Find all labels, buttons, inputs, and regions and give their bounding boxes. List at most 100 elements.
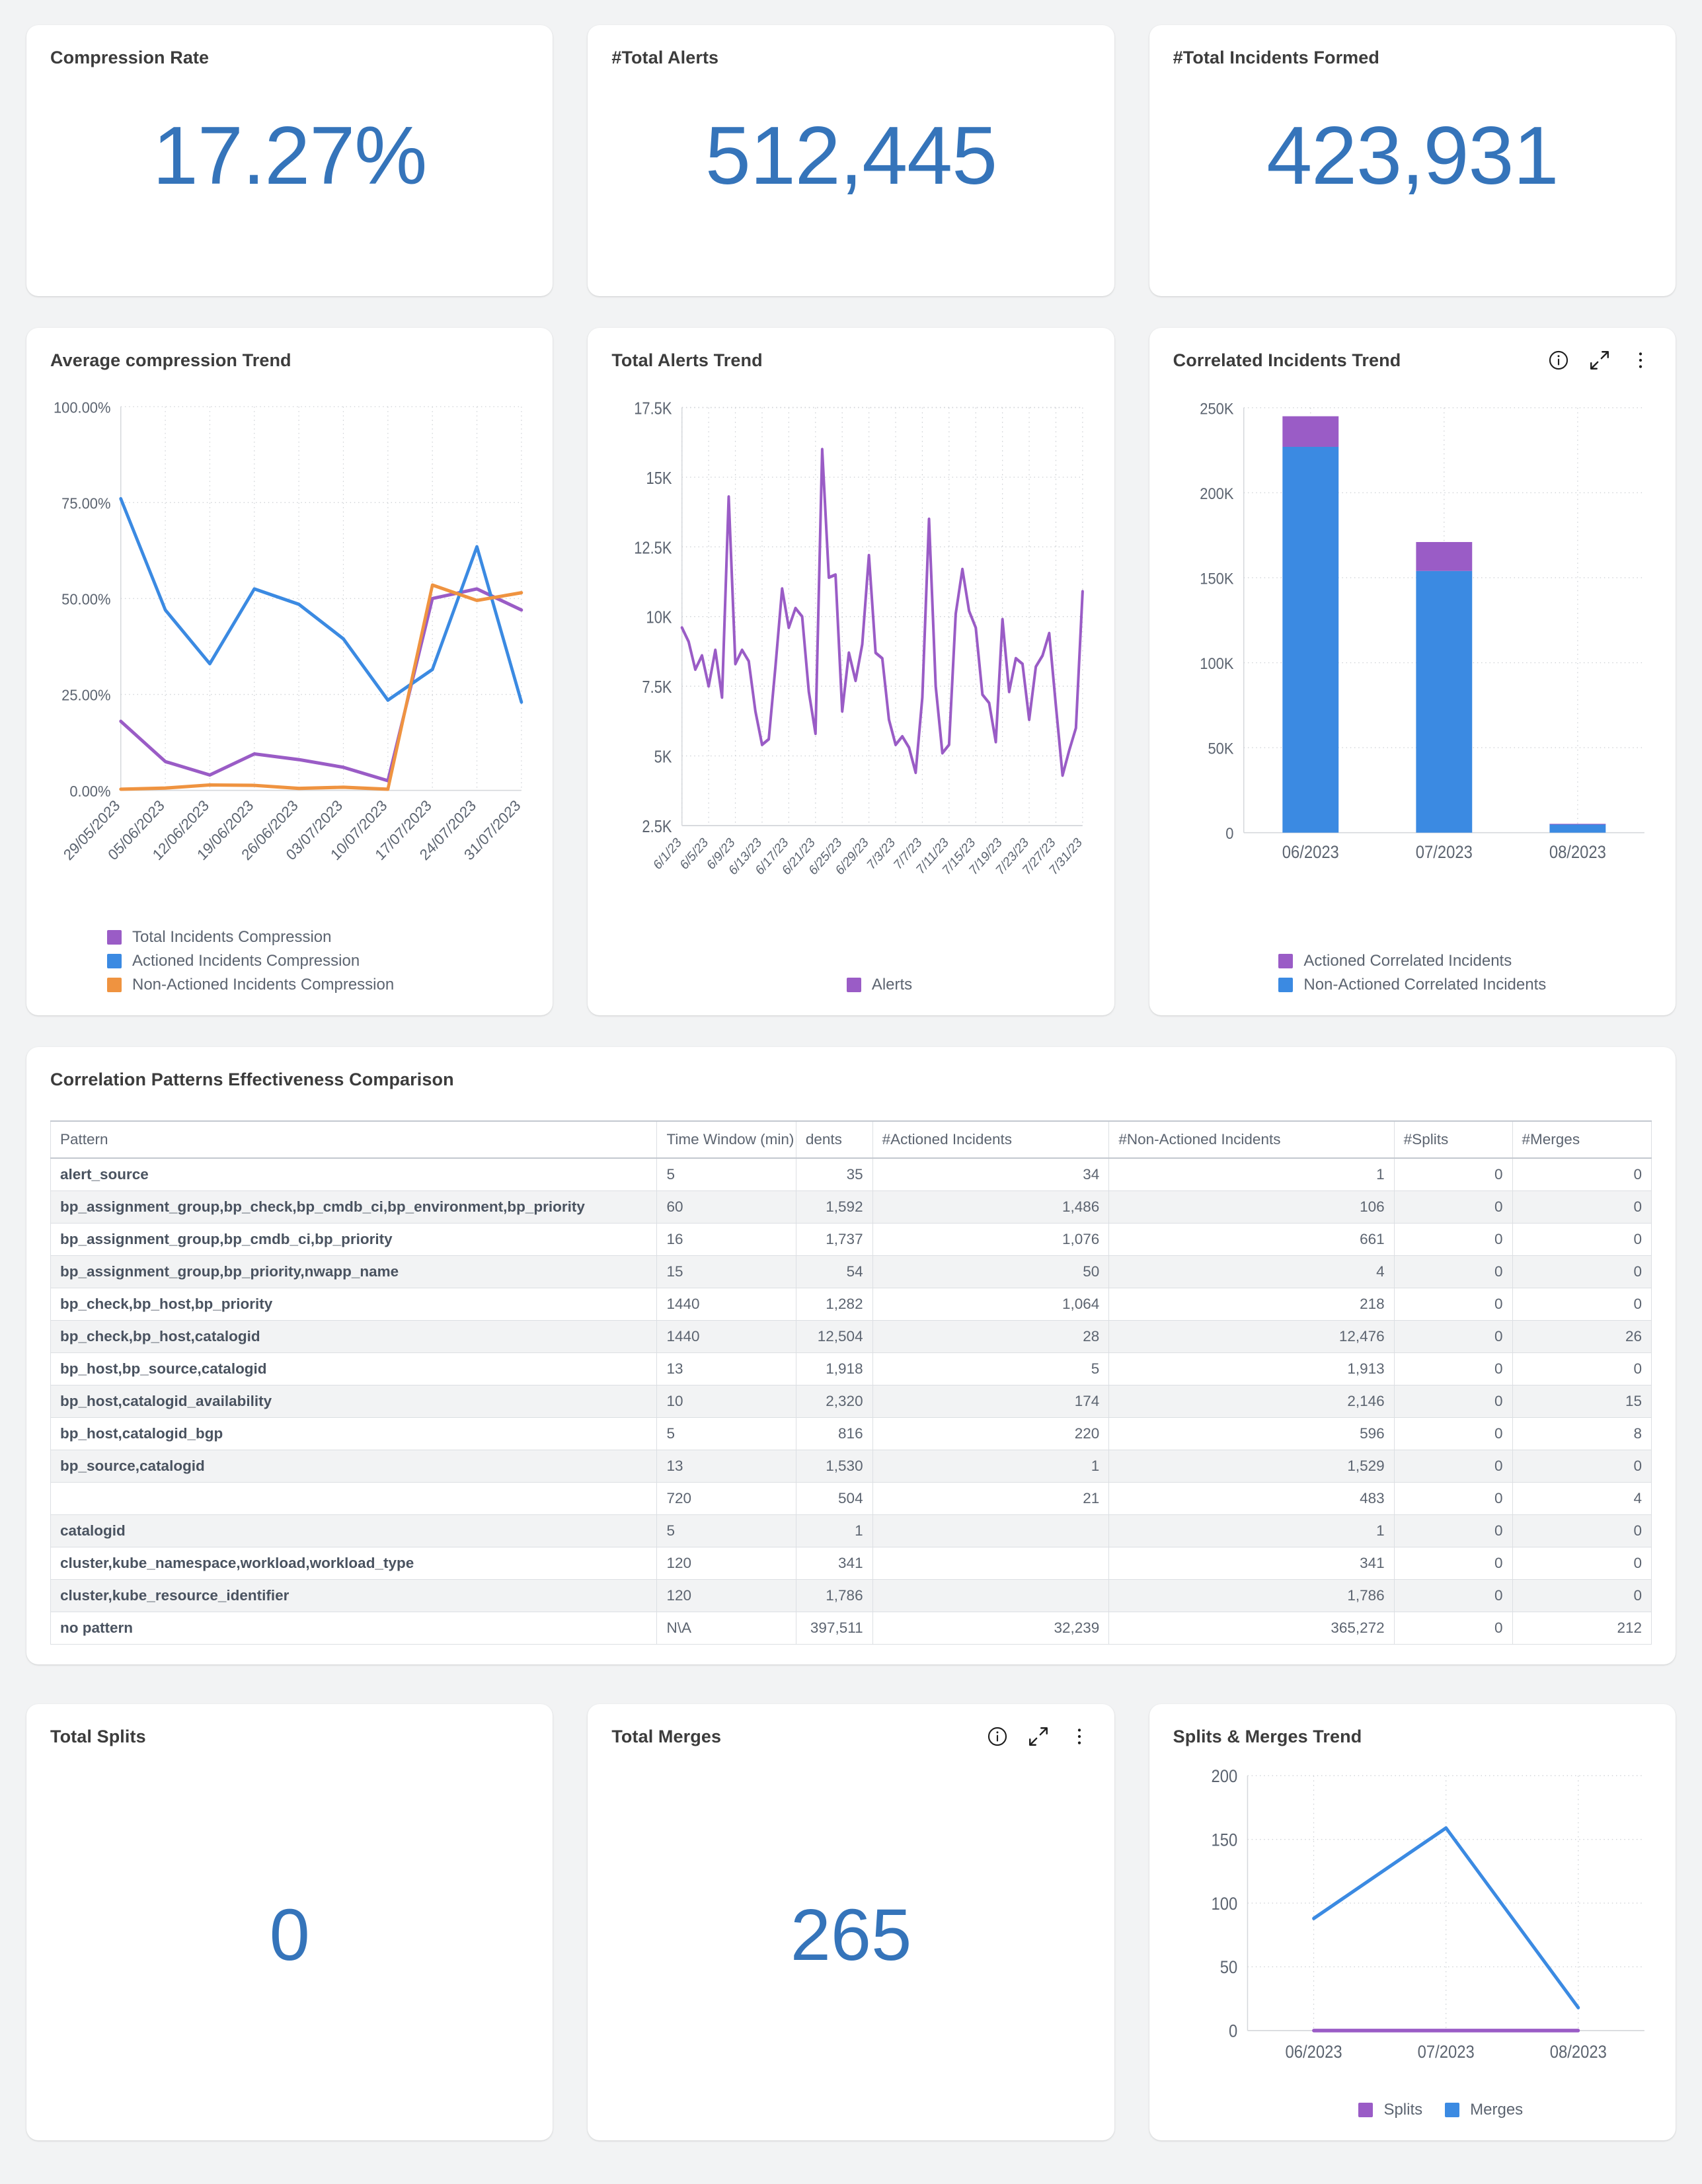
cell-pattern: cluster,kube_namespace,workload,workload… (50, 1547, 658, 1580)
cell-actioned-incidents: 34 (872, 1157, 1110, 1191)
column-header-non-actioned-incidents[interactable]: #Non-Actioned Incidents (1108, 1120, 1395, 1159)
column-header-actioned-incidents[interactable]: #Actioned Incidents (872, 1120, 1110, 1159)
table-row[interactable]: bp_host,catalogid_availability 10 2,320 174… (50, 1385, 1652, 1418)
legend-item[interactable]: Alerts (846, 976, 913, 994)
legend-label: Splits (1383, 2101, 1423, 2119)
svg-text:7.5K: 7.5K (642, 678, 672, 697)
svg-text:08/2023: 08/2023 (1549, 2043, 1606, 2062)
expand-icon[interactable] (1588, 349, 1611, 371)
cell-total-incidents: 1,737 (795, 1223, 873, 1256)
legend-item[interactable]: Splits (1358, 2101, 1422, 2119)
svg-text:12.5K: 12.5K (635, 539, 672, 558)
svg-text:15K: 15K (646, 469, 672, 488)
table-row[interactable]: bp_assignment_group,bp_priority,nwapp_na… (50, 1255, 1652, 1288)
cell-time-window: N\A (656, 1612, 796, 1645)
info-circle-icon[interactable] (986, 1725, 1009, 1748)
svg-text:150: 150 (1211, 1830, 1237, 1850)
cell-actioned-incidents: 220 (872, 1417, 1110, 1450)
svg-text:200K: 200K (1200, 485, 1234, 502)
cell-merges: 26 (1512, 1320, 1652, 1353)
svg-text:07/2023: 07/2023 (1417, 2043, 1474, 2062)
cell-time-window: 16 (656, 1223, 796, 1256)
kebab-menu-icon[interactable] (1629, 349, 1652, 371)
cell-actioned-incidents: 28 (872, 1320, 1110, 1353)
cell-time-window: 5 (656, 1157, 796, 1191)
chart-header: Total Alerts Trend (611, 350, 1090, 371)
column-header-merges[interactable]: #Merges (1512, 1120, 1652, 1159)
expand-icon[interactable] (1027, 1725, 1050, 1748)
cell-merges: 15 (1512, 1385, 1652, 1418)
table-row[interactable]: cluster,kube_namespace,workload,workload… (50, 1547, 1652, 1580)
legend-item[interactable]: Non-Actioned Correlated Incidents (1278, 976, 1546, 994)
column-header-pattern[interactable]: Pattern (50, 1120, 658, 1159)
kpi-card-total-alerts: #Total Alerts 512,445 (588, 25, 1114, 296)
cell-non-actioned-incidents: 1 (1108, 1514, 1395, 1547)
column-header-total-incidents[interactable]: dents (795, 1120, 873, 1159)
legend-item[interactable]: Merges (1445, 2101, 1523, 2119)
cell-actioned-incidents: 1 (872, 1450, 1110, 1483)
cell-splits: 0 (1393, 1320, 1513, 1353)
table-row[interactable]: bp_source,catalogid 13 1,530 1 1,529 0 0 (50, 1450, 1652, 1483)
svg-text:250K: 250K (1200, 399, 1234, 417)
table-row[interactable]: cluster,kube_resource_identifier 120 1,786… (50, 1579, 1652, 1612)
info-circle-icon[interactable] (1547, 349, 1570, 371)
cell-actioned-incidents (872, 1514, 1110, 1547)
chart-header: Average compression Trend (50, 350, 529, 371)
table-row[interactable]: bp_check,bp_host,catalogid 1440 12,504 28 12… (50, 1320, 1652, 1353)
svg-text:0: 0 (1225, 824, 1233, 842)
table-header-row: Pattern Time Window (min) dents #Actione… (50, 1120, 1652, 1159)
legend-item[interactable]: Actioned Correlated Incidents (1278, 952, 1546, 970)
svg-text:17.5K: 17.5K (635, 399, 672, 418)
kpi-value: 265 (790, 1894, 912, 1976)
cell-pattern: catalogid (50, 1514, 658, 1547)
legend-label: Alerts (871, 976, 913, 994)
kebab-menu-icon[interactable] (1068, 1725, 1091, 1748)
table-row[interactable]: bp_host,bp_source,catalogid 13 1,918 5 1,913… (50, 1352, 1652, 1385)
cell-total-incidents: 1 (795, 1514, 873, 1547)
legend-label: Non-Actioned Incidents Compression (132, 976, 395, 994)
cell-non-actioned-incidents: 2,146 (1108, 1385, 1395, 1418)
cell-merges: 4 (1512, 1482, 1652, 1515)
cell-merges: 212 (1512, 1612, 1652, 1645)
kpi-value: 17.27% (152, 110, 428, 202)
legend-item[interactable]: Actioned Incidents Compression (107, 952, 529, 970)
cell-actioned-incidents: 21 (872, 1482, 1110, 1515)
column-header-time-window[interactable]: Time Window (min) (656, 1120, 796, 1159)
svg-text:50.00%: 50.00% (61, 590, 110, 608)
kpi-card-compression-rate: Compression Rate 17.27% (26, 25, 553, 296)
column-header-splits[interactable]: #Splits (1393, 1120, 1513, 1159)
legend-item[interactable]: Non-Actioned Incidents Compression (107, 976, 529, 994)
table-row[interactable]: no pattern N\A 397,511 32,239 365,272 0 212 (50, 1612, 1652, 1645)
cell-total-incidents: 12,504 (795, 1320, 873, 1353)
table-row[interactable]: bp_host,catalogid_bgp 5 816 220 596 0 8 (50, 1417, 1652, 1450)
cell-total-incidents: 397,511 (795, 1612, 873, 1645)
table-row[interactable]: bp_check,bp_host,bp_priority 1440 1,282 1,0… (50, 1288, 1652, 1321)
cell-total-incidents: 1,530 (795, 1450, 873, 1483)
cell-total-incidents: 54 (795, 1255, 873, 1288)
table-row[interactable]: catalogid 5 1 1 0 0 (50, 1514, 1652, 1547)
kpi-value: 512,445 (705, 110, 997, 202)
panel-actions (1547, 349, 1652, 371)
table-row[interactable]: 720 504 21 483 0 4 (50, 1482, 1652, 1515)
legend-label: Merges (1470, 2101, 1524, 2119)
cell-pattern: bp_check,bp_host,catalogid (50, 1320, 658, 1353)
cell-actioned-incidents: 174 (872, 1385, 1110, 1418)
svg-text:07/2023: 07/2023 (1415, 843, 1472, 862)
legend-item[interactable]: Total Incidents Compression (107, 928, 529, 947)
svg-text:100: 100 (1211, 1894, 1237, 1914)
cell-actioned-incidents: 1,076 (872, 1223, 1110, 1256)
cell-pattern: alert_source (50, 1157, 658, 1191)
cell-actioned-incidents: 1,064 (872, 1288, 1110, 1321)
table-row[interactable]: alert_source 5 35 34 1 0 0 (50, 1157, 1652, 1191)
table-row[interactable]: bp_assignment_group,bp_cmdb_ci,bp_priori… (50, 1223, 1652, 1256)
kpi-row: Compression Rate 17.27% #Total Alerts 51… (26, 25, 1676, 296)
cell-total-incidents: 1,592 (795, 1190, 873, 1224)
svg-text:0: 0 (1229, 2021, 1237, 2041)
cell-time-window: 1440 (656, 1320, 796, 1353)
cell-merges: 0 (1512, 1579, 1652, 1612)
cell-non-actioned-incidents: 12,476 (1108, 1320, 1395, 1353)
table-row[interactable]: bp_assignment_group,bp_check,bp_cmdb_ci,… (50, 1190, 1652, 1224)
cell-actioned-incidents: 50 (872, 1255, 1110, 1288)
svg-text:200: 200 (1211, 1767, 1237, 1787)
cell-splits: 0 (1393, 1612, 1513, 1645)
